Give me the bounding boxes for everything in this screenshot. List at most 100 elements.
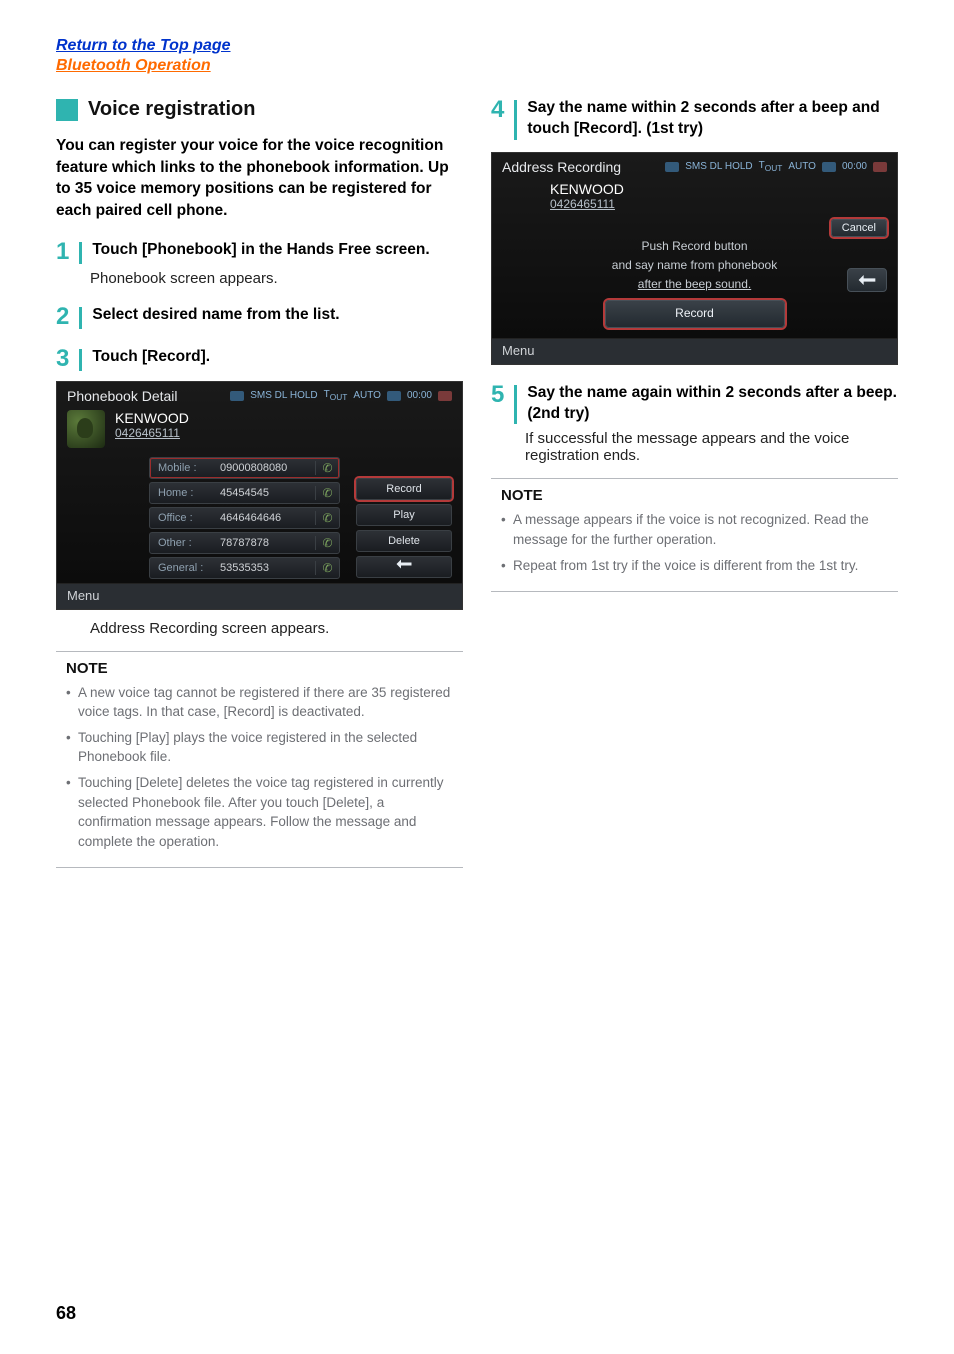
step-4: 4 Say the name within 2 seconds after a … bbox=[491, 98, 898, 140]
return-top-link[interactable]: Return to the Top page bbox=[56, 36, 898, 56]
sms-icon bbox=[230, 391, 244, 401]
section-title: Voice registration bbox=[88, 98, 255, 121]
status-bar: SMS DL HOLD TOUT AUTO 00:00 bbox=[665, 160, 887, 173]
call-icon[interactable]: ✆ bbox=[315, 561, 339, 575]
row-value: 53535353 bbox=[220, 562, 315, 574]
phonebook-detail-screenshot: Phonebook Detail SMS DL HOLD TOUT AUTO 0… bbox=[56, 381, 463, 610]
call-icon[interactable]: ✆ bbox=[315, 486, 339, 500]
status-bar: SMS DL HOLD TOUT AUTO 00:00 bbox=[230, 389, 452, 402]
record-button[interactable]: Record bbox=[356, 478, 452, 500]
page-number: 68 bbox=[56, 1303, 76, 1324]
back-arrow-icon bbox=[857, 273, 877, 287]
step-number: 4 bbox=[491, 98, 504, 122]
back-button[interactable] bbox=[356, 556, 452, 578]
step-5: 5 Say the name again within 2 seconds af… bbox=[491, 383, 898, 465]
caption-text: Address Recording screen appears. bbox=[90, 620, 463, 637]
list-item[interactable]: Home : 45454545 ✆ bbox=[149, 482, 340, 504]
header-links: Return to the Top page Bluetooth Operati… bbox=[56, 36, 898, 76]
row-label: Home : bbox=[150, 487, 220, 499]
step-divider-icon bbox=[514, 100, 517, 140]
call-icon[interactable]: ✆ bbox=[315, 461, 339, 475]
entry-name: KENWOOD bbox=[115, 410, 189, 426]
step-subtext: Phonebook screen appears. bbox=[90, 270, 463, 287]
step-divider-icon bbox=[79, 242, 82, 264]
screen-title: Phonebook Detail bbox=[67, 388, 178, 404]
step-text: Say the name within 2 seconds after a be… bbox=[527, 98, 898, 140]
row-label: Mobile : bbox=[150, 462, 220, 474]
section-heading: Voice registration bbox=[56, 98, 463, 121]
battery-icon bbox=[387, 391, 401, 401]
play-button[interactable]: Play bbox=[356, 504, 452, 526]
record-button[interactable]: Record bbox=[605, 300, 785, 327]
row-label: Office : bbox=[150, 512, 220, 524]
note-title: NOTE bbox=[501, 487, 888, 504]
address-recording-screenshot: Address Recording SMS DL HOLD TOUT AUTO … bbox=[491, 152, 898, 365]
call-icon[interactable]: ✆ bbox=[315, 536, 339, 550]
screen-title: Address Recording bbox=[502, 159, 621, 175]
step-text: Touch [Record]. bbox=[92, 347, 463, 368]
note-item: Touching [Play] plays the voice register… bbox=[66, 728, 453, 767]
step-number: 5 bbox=[491, 383, 504, 407]
instruction-line: Push Record button bbox=[502, 237, 887, 256]
sms-icon bbox=[665, 162, 679, 172]
note-item: A message appears if the voice is not re… bbox=[501, 510, 888, 549]
step-number: 1 bbox=[56, 240, 69, 264]
entry-number: 0426465111 bbox=[115, 426, 189, 440]
phone-list: Mobile : 09000808080 ✆ Home : 45454545 ✆… bbox=[103, 454, 350, 579]
status-auto: AUTO bbox=[353, 390, 381, 401]
section-lead: You can register your voice for the voic… bbox=[56, 135, 463, 222]
step-divider-icon bbox=[514, 385, 517, 425]
row-value: 78787878 bbox=[220, 537, 315, 549]
entry-name: KENWOOD bbox=[550, 181, 624, 197]
list-item[interactable]: General : 53535353 ✆ bbox=[149, 557, 340, 579]
step-number: 2 bbox=[56, 305, 69, 329]
row-value: 09000808080 bbox=[220, 462, 315, 474]
step-3: 3 Touch [Record]. bbox=[56, 347, 463, 371]
status-tout-icon: TOUT bbox=[759, 160, 783, 173]
row-value: 4646464646 bbox=[220, 512, 315, 524]
row-value: 45454545 bbox=[220, 487, 315, 499]
status-text: SMS DL HOLD bbox=[250, 390, 317, 401]
step-text: Select desired name from the list. bbox=[92, 305, 463, 326]
action-buttons: Record Play Delete bbox=[356, 454, 452, 578]
clock-text: 00:00 bbox=[407, 390, 432, 401]
right-column: 4 Say the name within 2 seconds after a … bbox=[491, 98, 898, 868]
step-text: Touch [Phonebook] in the Hands Free scre… bbox=[92, 240, 463, 261]
step-2: 2 Select desired name from the list. bbox=[56, 305, 463, 329]
row-label: General : bbox=[150, 562, 220, 574]
signal-icon bbox=[873, 162, 887, 172]
list-item[interactable]: Office : 4646464646 ✆ bbox=[149, 507, 340, 529]
note-title: NOTE bbox=[66, 660, 453, 677]
list-item[interactable]: Mobile : 09000808080 ✆ bbox=[149, 457, 340, 479]
call-icon[interactable]: ✆ bbox=[315, 511, 339, 525]
step-divider-icon bbox=[79, 307, 82, 329]
entry-number: 0426465111 bbox=[550, 197, 624, 211]
instruction-line: after the beep sound. bbox=[502, 275, 887, 294]
list-item[interactable]: Other : 78787878 ✆ bbox=[149, 532, 340, 554]
note-item: Repeat from 1st try if the voice is diff… bbox=[501, 556, 888, 576]
step-text: Say the name again within 2 seconds afte… bbox=[527, 383, 898, 425]
signal-icon bbox=[438, 391, 452, 401]
section-link[interactable]: Bluetooth Operation bbox=[56, 56, 898, 76]
menu-bar[interactable]: Menu bbox=[492, 338, 897, 364]
row-label: Other : bbox=[150, 537, 220, 549]
avatar-icon bbox=[67, 410, 105, 448]
note-box-left: NOTE A new voice tag cannot be registere… bbox=[56, 651, 463, 869]
cancel-button[interactable]: Cancel bbox=[831, 219, 887, 237]
note-item: Touching [Delete] deletes the voice tag … bbox=[66, 773, 453, 851]
status-auto: AUTO bbox=[788, 161, 816, 172]
step-subtext: If successful the message appears and th… bbox=[525, 430, 898, 464]
status-tout-icon: TOUT bbox=[324, 389, 348, 402]
back-button[interactable] bbox=[847, 268, 887, 292]
step-divider-icon bbox=[79, 349, 82, 371]
back-arrow-icon bbox=[395, 558, 413, 570]
note-box-right: NOTE A message appears if the voice is n… bbox=[491, 478, 898, 592]
clock-text: 00:00 bbox=[842, 161, 867, 172]
instruction-line: and say name from phonebook bbox=[502, 256, 887, 275]
note-item: A new voice tag cannot be registered if … bbox=[66, 683, 453, 722]
step-1: 1 Touch [Phonebook] in the Hands Free sc… bbox=[56, 240, 463, 287]
section-bar-icon bbox=[56, 99, 78, 121]
status-text: SMS DL HOLD bbox=[685, 161, 752, 172]
delete-button[interactable]: Delete bbox=[356, 530, 452, 552]
menu-bar[interactable]: Menu bbox=[57, 583, 462, 609]
